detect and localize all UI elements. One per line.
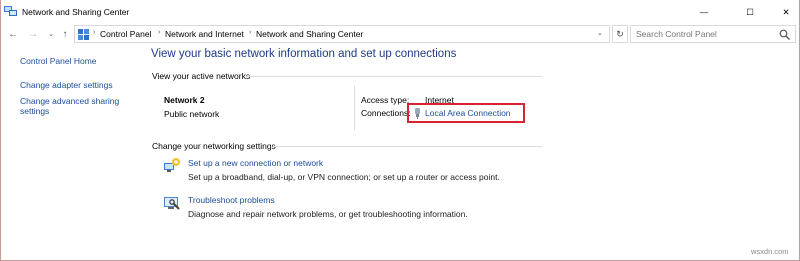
refresh-icon[interactable]: ↻	[612, 25, 628, 43]
search-input[interactable]	[636, 28, 776, 40]
address-bar[interactable]: › Control Panel › Network and Internet ›…	[74, 25, 610, 43]
network-type: Public network	[164, 109, 220, 119]
breadcrumb-separator-icon: ›	[249, 29, 252, 36]
control-panel-icon	[78, 29, 89, 40]
troubleshoot-problems-link[interactable]: Troubleshoot problems	[188, 195, 275, 205]
setup-connection-link[interactable]: Set up a new connection or network	[188, 158, 323, 168]
access-type-label: Access type:	[361, 95, 410, 105]
breadcrumb-network-sharing-center[interactable]: Network and Sharing Center	[256, 29, 363, 39]
minimize-button[interactable]: —	[684, 0, 724, 24]
network-center-icon	[4, 6, 17, 16]
setup-connection-desc: Set up a broadband, dial-up, or VPN conn…	[188, 172, 500, 182]
section-divider	[246, 76, 542, 77]
forward-icon[interactable]: →	[26, 27, 40, 41]
address-dropdown-icon[interactable]: ⌄	[597, 29, 603, 37]
watermark: wsxdn.com	[751, 247, 789, 256]
network-column-divider	[354, 86, 355, 130]
connections-label: Connections:	[361, 108, 411, 118]
troubleshoot-icon	[164, 197, 180, 210]
change-advanced-sharing-settings-link[interactable]: Change advanced sharing settings	[20, 96, 142, 116]
section-divider	[273, 146, 542, 147]
up-icon[interactable]: ↑	[58, 27, 72, 41]
troubleshoot-problems-desc: Diagnose and repair network problems, or…	[188, 209, 468, 219]
networking-settings-label: Change your networking settings	[152, 141, 276, 151]
search-box[interactable]	[630, 25, 796, 43]
network-setup-icon	[164, 158, 180, 172]
title-bar: Network and Sharing Center — ☐ ✕	[0, 0, 800, 24]
breadcrumb-separator-icon: ›	[158, 29, 161, 36]
network-name: Network 2	[164, 95, 205, 105]
search-icon[interactable]	[779, 29, 790, 40]
recent-locations-icon[interactable]: ⌄	[44, 27, 58, 41]
back-icon[interactable]: ←	[6, 27, 20, 41]
page-title: View your basic network information and …	[151, 48, 457, 60]
highlight-box	[407, 103, 525, 123]
control-panel-home-link[interactable]: Control Panel Home	[20, 56, 97, 66]
window-title: Network and Sharing Center	[22, 7, 130, 17]
active-networks-label: View your active networks	[152, 71, 251, 81]
breadcrumb-control-panel[interactable]: Control Panel	[100, 29, 152, 39]
maximize-button[interactable]: ☐	[730, 0, 770, 24]
change-adapter-settings-link[interactable]: Change adapter settings	[20, 80, 113, 90]
close-button[interactable]: ✕	[766, 0, 800, 24]
breadcrumb-network-internet[interactable]: Network and Internet	[165, 29, 244, 39]
breadcrumb-separator-icon: ›	[93, 29, 96, 36]
